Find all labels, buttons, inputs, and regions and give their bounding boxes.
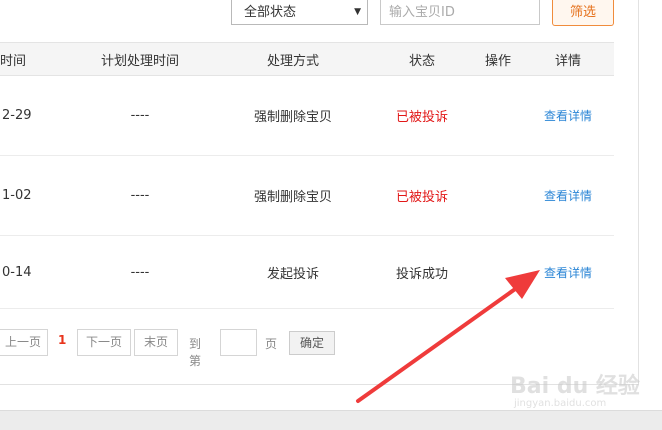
table-row: 1-02 ---- 强制删除宝贝 已被投诉 查看详情: [0, 156, 614, 236]
row-method: 强制删除宝贝: [253, 110, 332, 125]
header-detail: 详情: [554, 53, 581, 69]
row-status: 已被投诉: [395, 110, 448, 125]
header-method: 处理方式: [266, 53, 319, 69]
header-time: 时间: [0, 53, 27, 69]
page-number-input[interactable]: [220, 329, 257, 356]
filter-button[interactable]: 筛选: [552, 0, 614, 26]
confirm-page-button[interactable]: 确定: [289, 331, 335, 355]
watermark-text: Bai du 经验: [510, 374, 640, 399]
row-time: 0-14: [2, 264, 32, 280]
prev-page-button[interactable]: 上一页: [0, 329, 48, 356]
view-detail-link[interactable]: 查看详情: [530, 76, 606, 155]
footer-bar: [0, 410, 662, 430]
view-detail-link[interactable]: 查看详情: [530, 156, 606, 235]
row-status: 投诉成功: [395, 266, 448, 282]
row-plan-time: ----: [130, 264, 150, 280]
table-row: 2-29 ---- 强制删除宝贝 已被投诉 查看详情: [0, 76, 614, 156]
row-time: 2-29: [2, 108, 32, 123]
goto-label: 到第: [189, 337, 202, 368]
status-select-value: 全部状态: [244, 5, 297, 20]
row-plan-time: ----: [130, 188, 150, 203]
complaint-table: 时间 计划处理时间 处理方式 状态 操作 详情 2-29 ---- 强制删除宝贝…: [0, 42, 614, 309]
header-plan-time: 计划处理时间: [100, 53, 179, 69]
row-status: 已被投诉: [395, 190, 448, 205]
view-detail-link[interactable]: 查看详情: [530, 236, 606, 308]
header-operation: 操作: [484, 53, 511, 69]
caret-down-icon: ▼: [354, 7, 361, 17]
last-page-button[interactable]: 末页: [134, 329, 178, 356]
table-header: 时间 计划处理时间 处理方式 状态 操作 详情: [0, 42, 614, 76]
watermark-sub: jingyan.baidu.com: [514, 398, 607, 409]
next-page-button[interactable]: 下一页: [77, 329, 131, 356]
row-plan-time: ----: [130, 108, 150, 123]
header-status: 状态: [408, 53, 435, 69]
table-row: 0-14 ---- 发起投诉 投诉成功 查看详情: [0, 236, 614, 309]
status-select[interactable]: 全部状态 ▼: [231, 0, 368, 25]
row-method: 发起投诉: [266, 266, 319, 282]
row-method: 强制删除宝贝: [253, 190, 332, 205]
baidu-jingyan-watermark: Bai du 经验 jingyan.baidu.com: [510, 368, 650, 412]
page-label: 页: [265, 337, 278, 351]
row-time: 1-02: [2, 188, 32, 203]
current-page[interactable]: 1: [58, 333, 66, 347]
item-id-input[interactable]: [380, 0, 540, 25]
